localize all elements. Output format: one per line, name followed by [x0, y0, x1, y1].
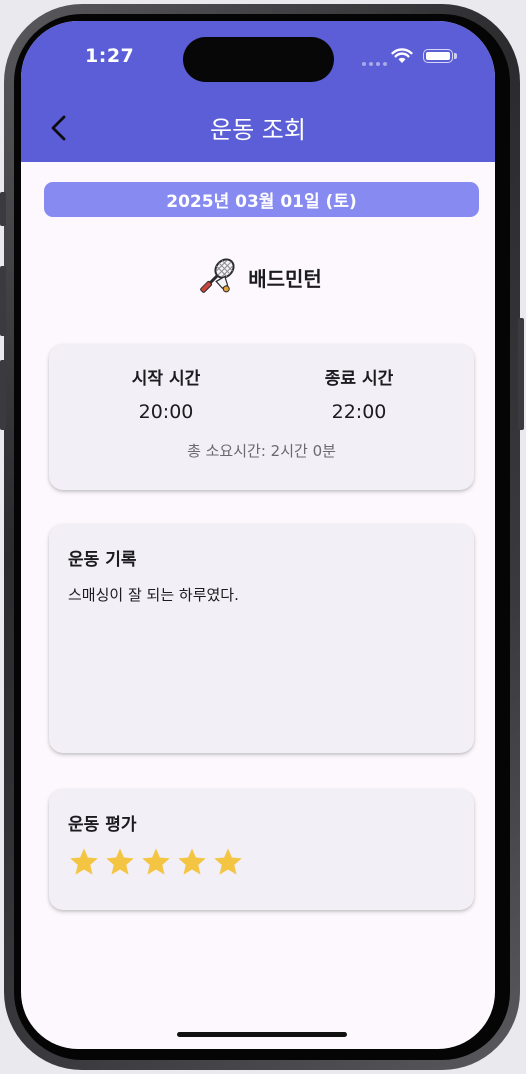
end-time-value: 22:00	[331, 401, 387, 423]
volume-up-button	[0, 266, 6, 336]
star-icon[interactable]	[140, 846, 172, 878]
sport-header: 배드민턴	[21, 255, 495, 299]
end-time-label: 종료 시간	[324, 369, 394, 389]
screen: 1:27 운동 조회 2025년 03월 01일 (토) 배드민턴 시작 시간 …	[21, 21, 495, 1049]
record-card-title: 운동 기록	[68, 550, 137, 570]
star-icon[interactable]	[68, 846, 100, 878]
battery-icon	[423, 49, 457, 63]
sport-name: 배드민턴	[248, 266, 322, 291]
start-time-value: 20:00	[138, 401, 194, 423]
page-title: 운동 조회	[210, 116, 306, 144]
star-icon[interactable]	[176, 846, 208, 878]
star-rating	[68, 846, 244, 878]
record-card: 운동 기록 스매싱이 잘 되는 하루였다.	[49, 524, 474, 753]
status-time: 1:27	[85, 45, 135, 67]
app-bar: 1:27 운동 조회	[21, 21, 495, 162]
rating-card: 운동 평가	[49, 789, 474, 910]
total-duration: 총 소요시간: 2시간 0분	[187, 442, 336, 460]
time-card: 시작 시간 20:00 종료 시간 22:00 총 소요시간: 2시간 0분	[49, 344, 474, 490]
cellular-signal-icon	[362, 62, 387, 66]
dynamic-island	[183, 37, 334, 82]
date-label: 2025년 03월 01일 (토)	[44, 182, 479, 217]
end-time: 종료 시간 22:00	[279, 364, 439, 423]
record-text: 스매싱이 잘 되는 하루였다.	[68, 586, 239, 604]
power-button	[518, 318, 524, 430]
wifi-icon	[391, 48, 413, 63]
rating-card-title: 운동 평가	[68, 815, 137, 835]
date-text: 2025년 03월 01일 (토)	[166, 192, 357, 212]
home-indicator[interactable]	[177, 1032, 347, 1037]
start-time-label: 시작 시간	[131, 369, 201, 389]
volume-down-button	[0, 360, 6, 430]
action-button	[0, 192, 6, 226]
star-icon[interactable]	[212, 846, 244, 878]
badminton-racket-icon	[200, 258, 235, 293]
star-icon[interactable]	[104, 846, 136, 878]
start-time: 시작 시간 20:00	[86, 364, 246, 423]
